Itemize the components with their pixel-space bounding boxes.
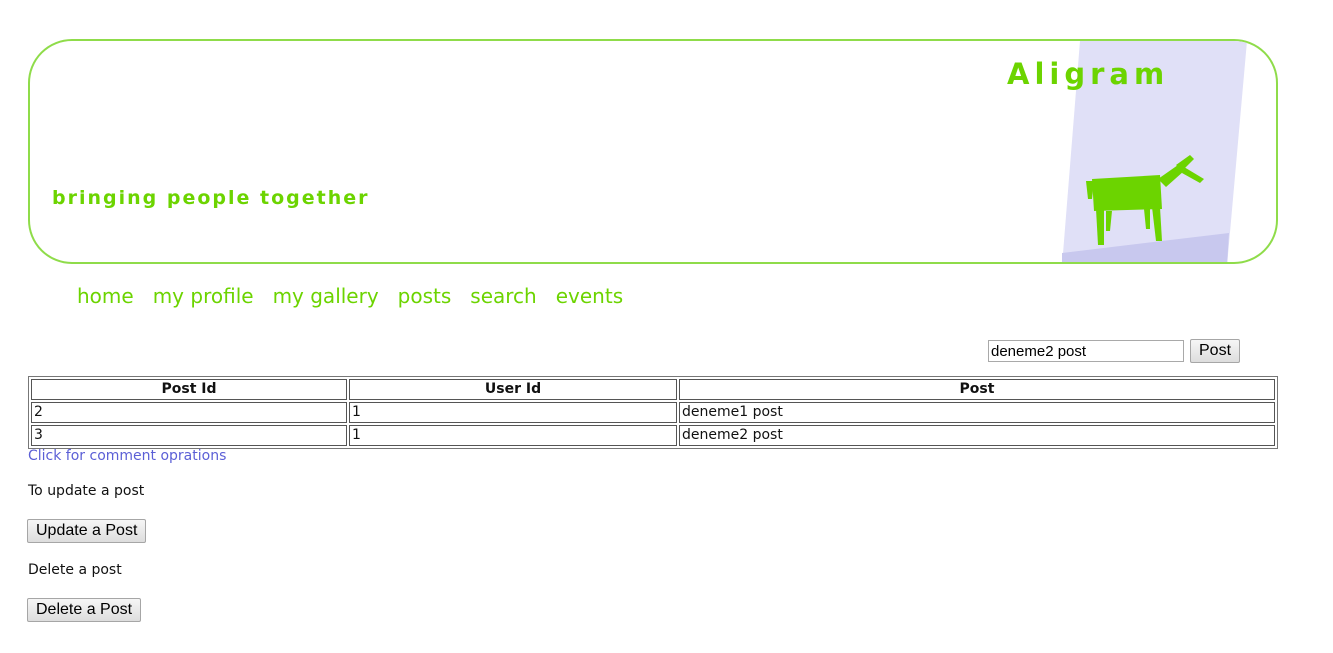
table-row: 2 1 deneme1 post — [31, 402, 1275, 423]
nav-home[interactable]: home — [77, 284, 134, 308]
cell-user-id: 1 — [349, 425, 677, 446]
header-user-id: User Id — [349, 379, 677, 400]
cell-post: deneme1 post — [679, 402, 1275, 423]
nav-my-gallery[interactable]: my gallery — [273, 284, 379, 308]
table-row: 3 1 deneme2 post — [31, 425, 1275, 446]
cell-user-id: 1 — [349, 402, 677, 423]
comment-operations-link[interactable]: Click for comment oprations — [28, 448, 226, 464]
site-tagline: bringing people together — [52, 187, 370, 209]
cell-post: deneme2 post — [679, 425, 1275, 446]
nav-my-profile[interactable]: my profile — [153, 284, 254, 308]
table-header-row: Post Id User Id Post — [31, 379, 1275, 400]
nav-posts[interactable]: posts — [398, 284, 452, 308]
header-post: Post — [679, 379, 1275, 400]
posts-table: Post Id User Id Post 2 1 deneme1 post 3 … — [28, 376, 1278, 449]
nav-search[interactable]: search — [470, 284, 536, 308]
update-post-button[interactable]: Update a Post — [27, 519, 147, 543]
update-post-label: To update a post — [28, 483, 145, 499]
header-post-id: Post Id — [31, 379, 347, 400]
cell-post-id: 2 — [31, 402, 347, 423]
main-nav: home my profile my gallery posts search … — [77, 284, 623, 308]
delete-post-button[interactable]: Delete a Post — [27, 598, 142, 622]
nav-events[interactable]: events — [556, 284, 623, 308]
header-banner: Aligram bringing people together — [28, 39, 1278, 264]
horse-logo-icon — [1086, 155, 1204, 245]
new-post-form: Post — [988, 339, 1241, 363]
cell-post-id: 3 — [31, 425, 347, 446]
site-title: Aligram — [1007, 57, 1170, 91]
post-button[interactable]: Post — [1190, 339, 1241, 363]
delete-post-label: Delete a post — [28, 562, 122, 578]
post-input[interactable] — [988, 340, 1184, 362]
